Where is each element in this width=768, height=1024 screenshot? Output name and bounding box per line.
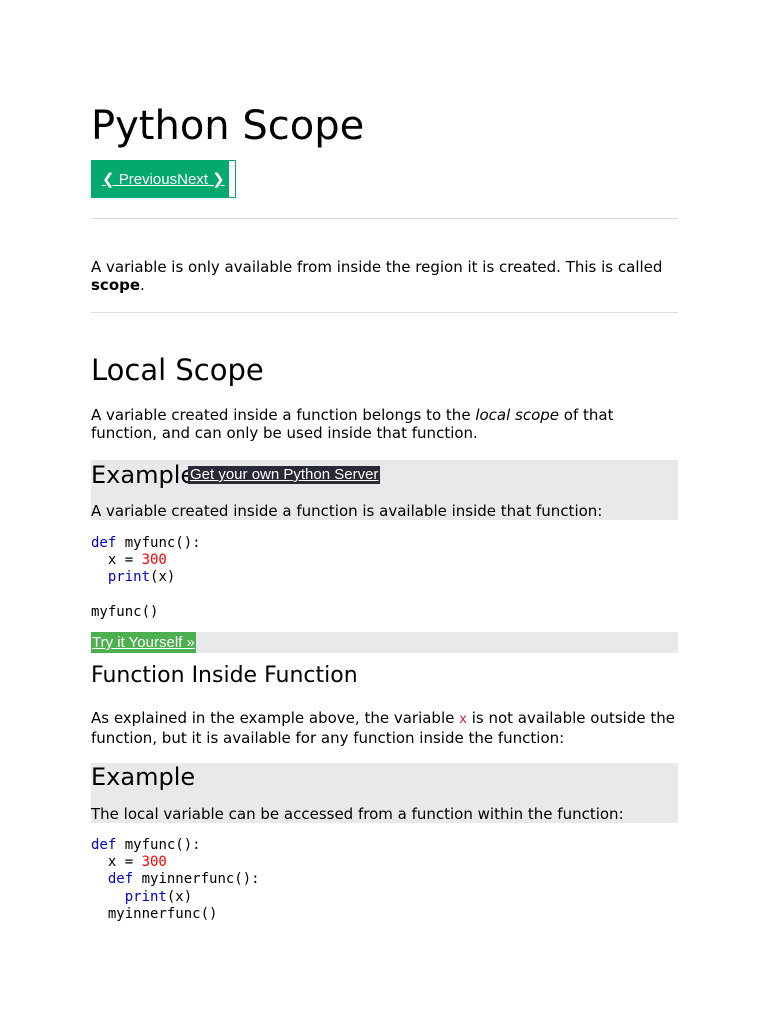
code-keyword: print <box>124 888 167 905</box>
variable-x: x <box>459 712 467 727</box>
code-keyword: def <box>91 837 117 853</box>
code-text: x = <box>91 552 142 569</box>
code-text: myinnerfunc() <box>91 905 218 922</box>
function-inside-paragraph: As explained in the example above, the v… <box>91 709 678 747</box>
get-server-button[interactable]: Get your own Python Server <box>188 466 381 484</box>
intro-period: . <box>140 276 145 294</box>
code-text: myfunc(): <box>116 535 201 551</box>
previous-button[interactable]: ❮ Previous <box>102 170 177 188</box>
code-keyword: def <box>107 871 134 888</box>
code-text: x = <box>91 854 142 871</box>
example-description: The local variable can be accessed from … <box>91 805 624 823</box>
example-description: A variable created inside a function is … <box>91 502 603 520</box>
code-number: 300 <box>141 552 167 569</box>
local-scope-paragraph: A variable created inside a function bel… <box>91 406 678 442</box>
divider <box>91 312 678 313</box>
code-text: (x) <box>150 569 176 586</box>
function-inside-heading: Function Inside Function <box>91 663 358 688</box>
code-text: myinnerfunc(): <box>133 871 260 888</box>
example-heading: Example <box>91 763 196 791</box>
page-title: Python Scope <box>91 103 365 149</box>
local-scope-text: A variable created inside a function bel… <box>91 406 476 424</box>
code-block: def myfunc(): x = 300 print(x) myfunc() <box>91 535 201 621</box>
example-box: Example The local variable can be access… <box>91 763 678 823</box>
divider <box>91 218 678 219</box>
function-inside-text: As explained in the example above, the v… <box>91 709 460 727</box>
try-it-yourself-button[interactable]: Try it Yourself » <box>91 632 196 653</box>
local-scope-heading: Local Scope <box>91 353 264 387</box>
next-button[interactable]: Next ❯ <box>177 170 225 188</box>
code-number: 300 <box>141 854 167 871</box>
nav-divider <box>228 161 235 197</box>
code-text: myfunc() <box>91 603 159 620</box>
code-keyword: def <box>91 535 117 551</box>
example-heading: Example <box>91 461 196 489</box>
code-text: (x) <box>166 888 193 905</box>
local-scope-term: local scope <box>475 406 560 424</box>
example-box: Example Get your own Python Server A var… <box>91 460 678 520</box>
code-block: def myfunc(): x = 300 def myinnerfunc():… <box>91 837 260 923</box>
nav-buttons: ❮ Previous Next ❯ <box>91 160 236 198</box>
intro-paragraph: A variable is only available from inside… <box>91 258 678 294</box>
try-it-bar: Try it Yourself » <box>91 632 678 653</box>
scope-term: scope <box>91 276 141 294</box>
intro-text: A variable is only available from inside… <box>91 258 663 276</box>
code-text: myfunc(): <box>116 837 201 853</box>
code-keyword: print <box>107 569 151 586</box>
